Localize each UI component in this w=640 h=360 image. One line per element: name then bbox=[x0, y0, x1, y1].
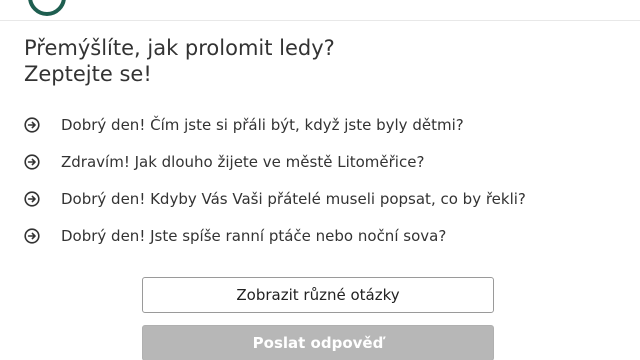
question-item[interactable]: Dobrý den! Čím jste si přáli být, když j… bbox=[24, 106, 526, 143]
title-line-2: Zeptejte se! bbox=[24, 62, 152, 86]
question-text: Dobrý den! Kdyby Vás Vaši přátelé museli… bbox=[61, 189, 526, 208]
arrow-right-circle-icon bbox=[24, 153, 40, 170]
top-bar bbox=[0, 0, 640, 21]
question-item[interactable]: Dobrý den! Kdyby Vás Vaši přátelé museli… bbox=[24, 180, 526, 217]
question-text: Zdravím! Jak dlouho žijete ve městě Lito… bbox=[61, 152, 425, 171]
question-text: Dobrý den! Čím jste si přáli být, když j… bbox=[61, 115, 464, 134]
page-title: Přemýšlíte, jak prolomit ledy? Zeptejte … bbox=[24, 35, 335, 87]
brand-logo-icon bbox=[28, 0, 66, 16]
arrow-right-circle-icon bbox=[24, 116, 40, 133]
question-item[interactable]: Dobrý den! Jste spíše ranní ptáče nebo n… bbox=[24, 217, 526, 254]
suggested-questions-list: Dobrý den! Čím jste si přáli být, když j… bbox=[24, 106, 526, 254]
question-item[interactable]: Zdravím! Jak dlouho žijete ve městě Lito… bbox=[24, 143, 526, 180]
question-text: Dobrý den! Jste spíše ranní ptáče nebo n… bbox=[61, 226, 447, 245]
arrow-right-circle-icon bbox=[24, 227, 40, 244]
show-other-questions-button[interactable]: Zobrazit různé otázky bbox=[142, 277, 494, 313]
arrow-right-circle-icon bbox=[24, 190, 40, 207]
title-line-1: Přemýšlíte, jak prolomit ledy? bbox=[24, 36, 335, 60]
send-answer-button[interactable]: Poslat odpověď bbox=[142, 325, 494, 360]
page: Přemýšlíte, jak prolomit ledy? Zeptejte … bbox=[0, 0, 640, 360]
